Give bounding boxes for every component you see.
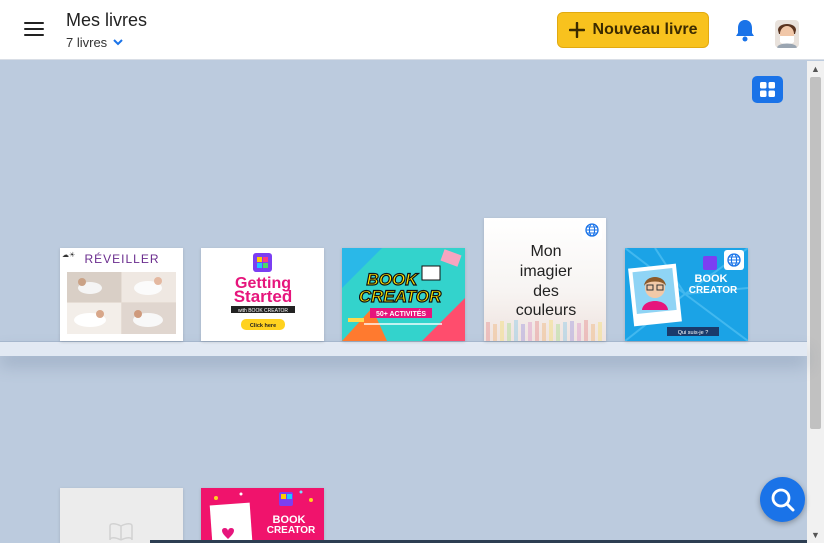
book-title-line: Qui suis-je ? <box>678 330 709 336</box>
book-cover-getting-started[interactable]: Getting Started with BOOK CREATOR Click … <box>201 248 324 341</box>
book-title-line: with BOOK CREATOR <box>238 308 288 314</box>
book-title-line: Click here <box>250 323 276 329</box>
avatar[interactable] <box>775 20 799 48</box>
grid-icon <box>760 82 775 97</box>
vertical-scrollbar[interactable]: ▲ ▼ <box>807 61 824 543</box>
search-icon <box>771 488 794 511</box>
new-book-label: Nouveau livre <box>592 21 698 38</box>
grid-view-toggle[interactable] <box>752 76 783 103</box>
book-title-line: 50+ ACTIVITÉS <box>376 309 426 318</box>
book-title-line: BOOK <box>695 273 728 285</box>
new-book-button[interactable]: Nouveau livre <box>557 12 709 48</box>
book-cover-blank[interactable] <box>60 488 183 543</box>
book-cover-qui-suis-je[interactable]: BOOK CREATOR Qui suis-je ? <box>625 248 748 341</box>
scroll-up-icon[interactable]: ▲ <box>807 61 824 77</box>
book-title-line: CREATOR <box>689 285 738 296</box>
book-title-line: RÉVEILLER <box>84 251 159 266</box>
top-bar: Mes livres 7 livres Nouveau livre <box>0 0 824 60</box>
scroll-down-icon[interactable]: ▼ <box>807 527 824 543</box>
menu-icon[interactable] <box>22 18 48 40</box>
published-globe-icon <box>724 250 744 270</box>
page-title: Mes livres <box>66 10 148 30</box>
bookshelf <box>0 341 807 356</box>
published-globe-icon <box>582 220 602 240</box>
book-title-line: des <box>533 283 559 300</box>
book-cover-activites[interactable]: BOOK CREATOR 50+ ACTIVITÉS <box>342 248 465 341</box>
book-title-line: CREATOR <box>359 287 442 306</box>
book-count-label: 7 livres <box>66 35 108 50</box>
svg-text:☁☀: ☁☀ <box>62 251 75 259</box>
book-title-line: Started <box>234 287 293 306</box>
book-cover-reveiller[interactable]: ☁☀ RÉVEILLER <box>60 248 183 341</box>
book-title-line: imagier <box>520 263 573 280</box>
book-title-line: CREATOR <box>267 525 316 536</box>
search-button[interactable] <box>760 477 805 522</box>
book-cover-imagier-couleurs[interactable]: Mon imagier des couleurs <box>484 218 606 341</box>
chevron-down-icon <box>113 39 123 46</box>
book-cover-book-creator-pink[interactable]: BOOK CREATOR <box>201 488 324 543</box>
book-title-line: couleurs <box>516 302 576 319</box>
book-count-dropdown[interactable]: 7 livres <box>66 35 123 50</box>
plus-icon <box>568 22 585 38</box>
book-title-line: Mon <box>530 243 561 260</box>
bell-icon[interactable] <box>734 18 756 42</box>
scroll-thumb[interactable] <box>810 77 821 429</box>
